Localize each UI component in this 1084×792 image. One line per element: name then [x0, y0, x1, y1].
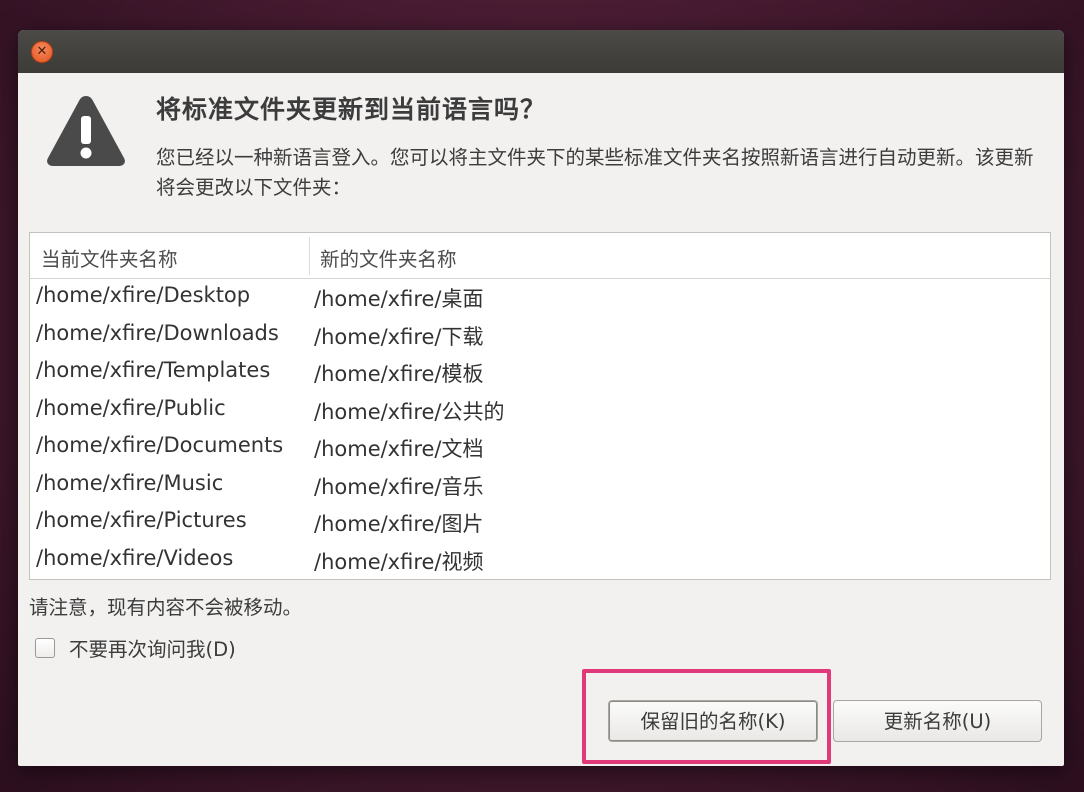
folder-table: 当前文件夹名称 新的文件夹名称 /home/xfire/Desktop /hom…: [29, 232, 1051, 580]
new-folder-cell: /home/xfire/视频: [314, 549, 484, 574]
table-row[interactable]: /home/xfire/Desktop /home/xfire/桌面: [30, 279, 1050, 317]
dialog-heading: 将标准文件夹更新到当前语言吗？: [156, 95, 547, 124]
current-folder-cell: /home/xfire/Pictures: [36, 508, 247, 532]
column-header-current[interactable]: 当前文件夹名称: [41, 243, 178, 272]
table-header: 当前文件夹名称 新的文件夹名称: [30, 233, 1050, 279]
current-folder-cell: /home/xfire/Templates: [36, 358, 271, 382]
column-header-new[interactable]: 新的文件夹名称: [320, 243, 457, 272]
current-folder-cell: /home/xfire/Desktop: [36, 283, 251, 307]
new-folder-cell: /home/xfire/音乐: [314, 474, 484, 499]
new-folder-cell: /home/xfire/公共的: [314, 399, 505, 424]
update-folders-dialog: ✕ 将标准文件夹更新到当前语言吗？ 您已经以一种新语言登入。您可以将主文件夹下的…: [18, 30, 1064, 766]
keep-old-names-button[interactable]: 保留旧的名称(K): [608, 700, 818, 742]
table-body: /home/xfire/Desktop /home/xfire/桌面 /home…: [30, 279, 1050, 579]
table-row[interactable]: /home/xfire/Pictures /home/xfire/图片: [30, 504, 1050, 542]
new-folder-cell: /home/xfire/下载: [314, 324, 484, 349]
current-folder-cell: /home/xfire/Public: [36, 395, 226, 420]
current-folder-cell: /home/xfire/Music: [36, 470, 224, 495]
warning-icon: [47, 96, 125, 166]
new-folder-cell: /home/xfire/桌面: [314, 287, 484, 311]
new-folder-cell: /home/xfire/文档: [314, 437, 484, 461]
new-folder-cell: /home/xfire/模板: [314, 362, 484, 386]
dialog-description: 您已经以一种新语言登入。您可以将主文件夹下的某些标准文件夹名按照新语言进行自动更…: [156, 146, 1034, 199]
table-row[interactable]: /home/xfire/Music /home/xfire/音乐: [30, 467, 1050, 505]
table-row[interactable]: /home/xfire/Documents /home/xfire/文档: [30, 429, 1050, 467]
table-row[interactable]: /home/xfire/Templates /home/xfire/模板: [30, 354, 1050, 392]
dont-ask-again-checkbox[interactable]: [35, 637, 55, 658]
column-separator: [309, 237, 310, 275]
table-row[interactable]: /home/xfire/Public /home/xfire/公共的: [30, 392, 1050, 430]
table-row[interactable]: /home/xfire/Videos /home/xfire/视频: [30, 542, 1050, 580]
dont-ask-again-label[interactable]: 不要再次询问我(D): [69, 633, 236, 662]
dont-ask-again-row[interactable]: 不要再次询问我(D): [35, 633, 236, 662]
titlebar: ✕: [18, 30, 1064, 73]
note-text: 请注意，现有内容不会被移动。: [29, 596, 303, 619]
current-folder-cell: /home/xfire/Downloads: [36, 320, 279, 345]
update-names-button[interactable]: 更新名称(U): [833, 700, 1042, 742]
close-icon[interactable]: ✕: [31, 41, 53, 63]
current-folder-cell: /home/xfire/Documents: [36, 433, 284, 457]
table-row[interactable]: /home/xfire/Downloads /home/xfire/下载: [30, 317, 1050, 355]
current-folder-cell: /home/xfire/Videos: [36, 545, 234, 570]
new-folder-cell: /home/xfire/图片: [314, 512, 484, 536]
